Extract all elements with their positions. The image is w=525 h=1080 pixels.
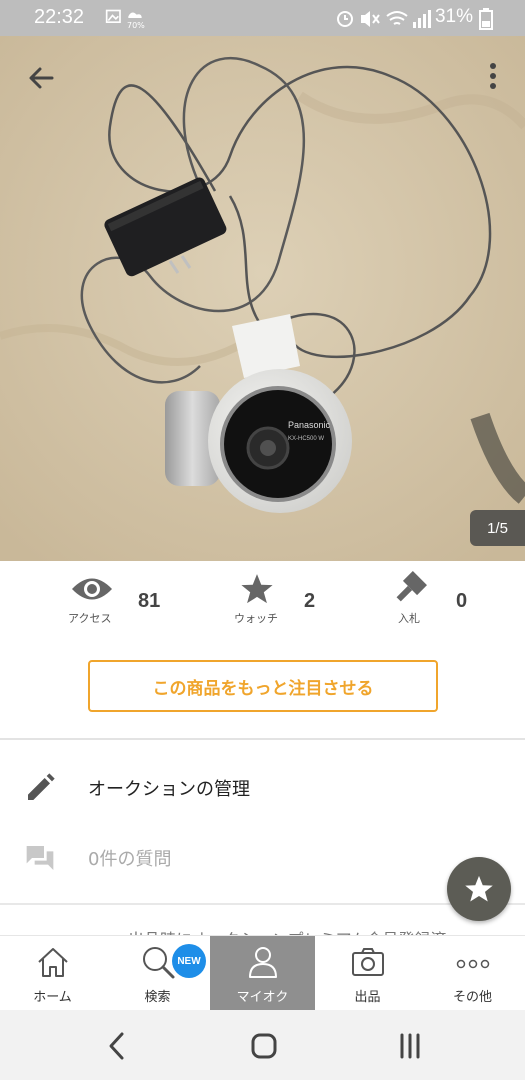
auction-manage-row[interactable]: オークションの管理 (0, 758, 525, 818)
home-icon (38, 948, 68, 977)
cloud-badge: 70% (127, 21, 145, 30)
status-system-icons (337, 10, 431, 28)
nav-sell-label: 出品 (354, 990, 381, 1005)
system-navigation-bar (0, 1010, 525, 1080)
nav-search-label: 検索 (144, 990, 171, 1005)
product-photo[interactable]: Panasonic KX-HC500 W 1/5 (0, 36, 525, 561)
stat-access-label: アクセス (68, 612, 112, 625)
person-icon (249, 947, 277, 978)
status-bar: 22:32 70% 31% (0, 0, 525, 36)
nav-home-label: ホーム (33, 990, 72, 1005)
system-recents-icon[interactable] (392, 1028, 428, 1064)
nav-home[interactable]: ホーム (0, 936, 105, 1011)
nav-myauction[interactable]: マイオク (210, 936, 315, 1011)
questions-row[interactable]: 0件の質問 (0, 828, 525, 888)
system-home-icon[interactable] (246, 1028, 282, 1064)
section-divider (0, 738, 525, 740)
stat-watch: ウォッチ 2 (232, 568, 342, 628)
gavel-icon (396, 571, 427, 602)
nav-myauction-label: マイオク (236, 990, 289, 1005)
stat-watch-label: ウォッチ (234, 612, 278, 625)
nav-sell[interactable]: 出品 (315, 936, 420, 1011)
product-image: Panasonic KX-HC500 W (0, 36, 525, 561)
nav-more[interactable]: その他 (420, 936, 525, 1011)
back-arrow-icon[interactable] (22, 58, 62, 98)
star-icon (241, 574, 273, 604)
nav-more-label: その他 (452, 990, 492, 1005)
section-divider-2 (0, 903, 525, 905)
pencil-icon (28, 773, 55, 800)
promote-item-button[interactable]: この商品をもっと注目させる (88, 660, 438, 712)
bottom-navigation: ホーム 検索 NEW マイオク 出品 その他 (0, 935, 525, 1011)
stat-bids-value: 0 (456, 590, 468, 612)
questions-label: 0件の質問 (88, 849, 172, 870)
watch-fab-button[interactable] (447, 857, 511, 921)
camera-icon (352, 948, 384, 976)
stat-bids-label: 入札 (398, 612, 420, 625)
chat-icon (26, 846, 54, 870)
image-page-indicator: 1/5 (470, 510, 525, 546)
camera-model-label: KX-HC500 W (288, 436, 324, 442)
eye-icon (72, 578, 112, 600)
star-icon (465, 875, 493, 902)
more-dots-icon (456, 959, 490, 969)
system-back-icon[interactable] (100, 1028, 136, 1064)
item-stats: アクセス 81 ウォッチ 2 入札 0 (0, 562, 525, 630)
new-badge: NEW (172, 944, 206, 978)
camera-brand-label: Panasonic (288, 420, 331, 430)
more-vertical-icon[interactable] (483, 58, 503, 94)
battery-icon (479, 8, 493, 30)
stat-watch-value: 2 (304, 590, 316, 612)
status-time: 22:32 (34, 6, 85, 28)
auction-manage-label: オークションの管理 (88, 779, 250, 800)
stat-bids: 入札 0 (390, 568, 490, 628)
battery-percent: 31% (434, 6, 473, 27)
search-icon (143, 947, 175, 979)
stat-access-value: 81 (138, 590, 161, 612)
stat-access: アクセス 81 (66, 568, 176, 628)
